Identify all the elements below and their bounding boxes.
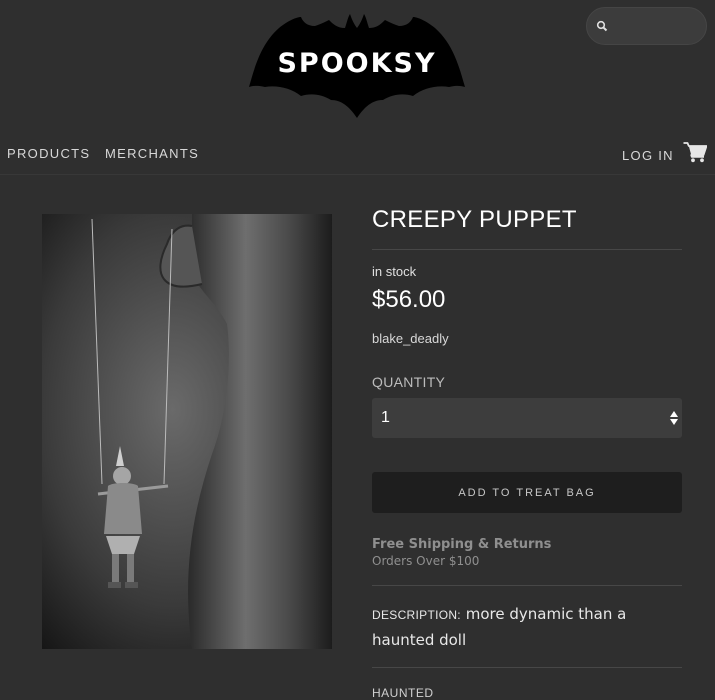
header-divider [0, 174, 715, 175]
puppet-photo [42, 214, 332, 649]
product-price: $56.00 [372, 286, 446, 313]
quantity-label: QUANTITY [372, 374, 446, 390]
nav-merchants[interactable]: MERCHANTS [105, 146, 199, 161]
cart-button[interactable] [683, 141, 708, 163]
logo-text: SPOOKSY [277, 48, 437, 79]
shipping-subtitle: Orders Over $100 [372, 554, 480, 568]
quantity-select[interactable]: 1 [372, 398, 682, 438]
shopping-cart-icon [683, 142, 708, 163]
product-image[interactable] [42, 214, 332, 649]
shipping-divider [372, 585, 682, 586]
search-input[interactable] [615, 14, 703, 40]
search-box[interactable] [586, 7, 707, 45]
product-title: CREEPY PUPPET [372, 206, 577, 233]
vendor-link[interactable]: blake_deadly [372, 331, 449, 346]
title-divider [372, 249, 682, 250]
product-description: DESCRIPTION: more dynamic than a haunted… [372, 602, 682, 653]
login-link[interactable]: LOG IN [622, 148, 674, 163]
select-arrows-icon [670, 411, 678, 425]
search-icon [596, 20, 608, 32]
add-to-treat-bag-button[interactable]: ADD TO TREAT BAG [372, 472, 682, 513]
description-divider [372, 667, 682, 668]
spooksy-logo[interactable]: SPOOKSY [249, 14, 465, 120]
shipping-title: Free Shipping & Returns [372, 537, 552, 552]
description-label: DESCRIPTION: [372, 608, 461, 622]
stock-status: in stock [372, 264, 417, 279]
nav-products[interactable]: PRODUCTS [7, 146, 90, 161]
quantity-value: 1 [381, 409, 390, 426]
